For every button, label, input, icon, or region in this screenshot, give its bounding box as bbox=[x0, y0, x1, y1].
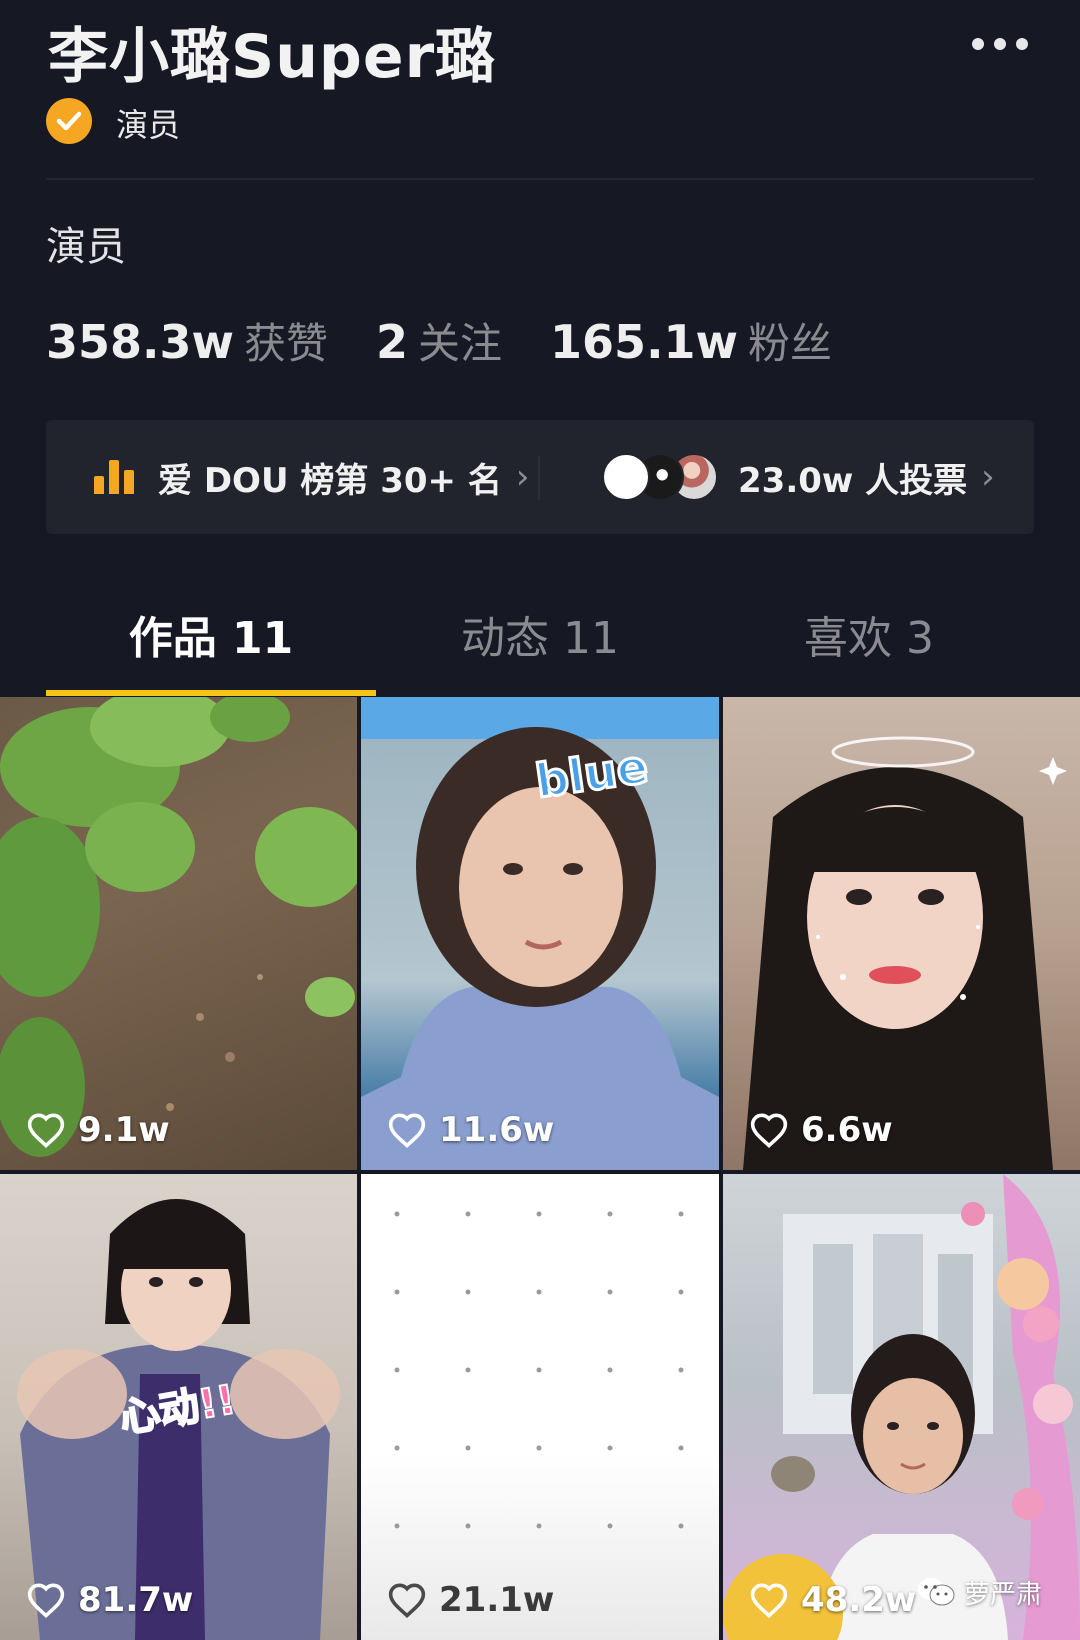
video-likes: 21.1w bbox=[387, 1580, 554, 1620]
heart-outline-icon bbox=[750, 1113, 788, 1148]
video-thumbnail[interactable]: 9.1w bbox=[0, 697, 357, 1170]
avatar bbox=[602, 453, 650, 501]
watermark: 萝严肃 bbox=[916, 1572, 1042, 1612]
rank-text: 爱 DOU 榜第 30+ 名 bbox=[158, 460, 502, 501]
chevron-right-icon: › bbox=[515, 457, 530, 497]
tab-active-indicator bbox=[46, 690, 376, 696]
votes-button[interactable]: 23.0w 人投票 › bbox=[602, 420, 995, 534]
header-divider bbox=[46, 178, 1034, 180]
video-thumbnail[interactable]: 6.6w bbox=[723, 697, 1080, 1170]
tab-moments[interactable]: 动态 11 bbox=[375, 600, 705, 698]
video-likes: 11.6w bbox=[387, 1110, 554, 1150]
rank-separator bbox=[538, 456, 540, 500]
stat-likes[interactable]: 358.3w 获赞 bbox=[46, 310, 328, 371]
video-likes: 48.2w bbox=[749, 1580, 916, 1620]
votes-text: 23.0w 人投票 bbox=[738, 460, 968, 501]
video-thumbnail[interactable]: 21.1w bbox=[361, 1174, 719, 1640]
stat-likes-label: 获赞 bbox=[244, 319, 329, 368]
heart-outline-icon bbox=[388, 1583, 426, 1618]
stat-followers[interactable]: 165.1w 粉丝 bbox=[550, 310, 832, 371]
chevron-right-icon: › bbox=[981, 457, 995, 497]
watermark-text: 萝严肃 bbox=[964, 1579, 1043, 1610]
stat-followers-value: 165.1w bbox=[550, 315, 739, 369]
bar-chart-icon bbox=[94, 460, 138, 494]
video-likes: 81.7w bbox=[26, 1580, 193, 1620]
profile-stats: 358.3w 获赞 2 关注 165.1w 粉丝 bbox=[46, 310, 880, 369]
video-thumbnail[interactable]: 48.2w bbox=[723, 1174, 1080, 1640]
video-grid: 9.1w blue 11.6w 6.6w 心动!! 81.7w 21.1w 48… bbox=[0, 697, 1080, 1640]
stat-following-value: 2 bbox=[376, 315, 409, 369]
stat-following[interactable]: 2 关注 bbox=[376, 310, 502, 371]
heart-outline-icon bbox=[750, 1583, 788, 1618]
video-likes: 6.6w bbox=[749, 1110, 893, 1150]
profile-bio: 演员 bbox=[46, 224, 126, 270]
heart-outline-icon bbox=[27, 1583, 65, 1618]
more-dots-icon[interactable] bbox=[972, 30, 1028, 58]
tab-works[interactable]: 作品 11 bbox=[46, 600, 376, 698]
profile-name: 李小璐Super璐 bbox=[48, 22, 497, 92]
wechat-icon bbox=[918, 1578, 955, 1606]
stat-likes-value: 358.3w bbox=[46, 315, 234, 369]
verified-check-icon bbox=[46, 98, 92, 144]
stat-followers-label: 粉丝 bbox=[748, 319, 833, 368]
stat-following-label: 关注 bbox=[418, 319, 503, 368]
tab-likes[interactable]: 喜欢 3 bbox=[704, 600, 1034, 698]
verified-role-label: 演员 bbox=[116, 106, 181, 144]
video-likes: 9.1w bbox=[26, 1110, 170, 1150]
content-tabs: 作品 11 动态 11 喜欢 3 bbox=[0, 600, 1080, 698]
rank-button[interactable]: 爱 DOU 榜第 30+ 名 › bbox=[94, 420, 530, 534]
heart-outline-icon bbox=[388, 1113, 426, 1148]
ranking-card: 爱 DOU 榜第 30+ 名 › 23.0w 人投票 › bbox=[46, 420, 1034, 534]
video-thumbnail[interactable]: 心动!! 81.7w bbox=[0, 1174, 357, 1640]
profile-header: 李小璐Super璐 演员 bbox=[0, 0, 1080, 180]
heart-outline-icon bbox=[27, 1113, 65, 1148]
voter-avatars bbox=[602, 453, 718, 501]
video-thumbnail[interactable]: blue 11.6w bbox=[361, 697, 719, 1170]
